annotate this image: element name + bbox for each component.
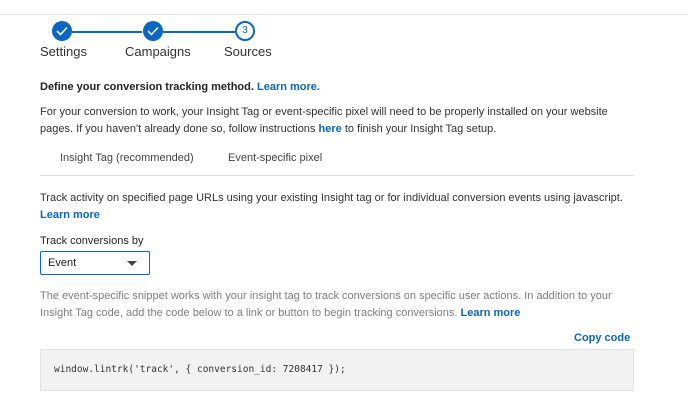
- step-connector: [72, 31, 142, 33]
- tab-insight-tag[interactable]: Insight Tag (recommended): [60, 152, 194, 164]
- code-snippet-text: window.lintrk('track', { conversion_id: …: [54, 364, 346, 375]
- step-sources-number[interactable]: 3: [235, 21, 255, 41]
- define-method-heading: Define your conversion tracking method. …: [40, 81, 320, 93]
- intro-paragraph: For your conversion to work, your Insigh…: [40, 104, 650, 138]
- intro-line-1: For your conversion to work, your Insigh…: [40, 106, 608, 118]
- intro-line-2: pages. If you haven't already done so, f…: [40, 121, 650, 138]
- here-link[interactable]: here: [319, 123, 342, 135]
- snippet-line-2-text: Insight Tag code, add the code below to …: [40, 307, 458, 319]
- code-snippet-box[interactable]: window.lintrk('track', { conversion_id: …: [40, 349, 634, 391]
- step-label-settings[interactable]: Settings: [40, 44, 87, 59]
- step-label-sources[interactable]: Sources: [224, 44, 272, 59]
- tab-event-specific-pixel[interactable]: Event-specific pixel: [228, 152, 322, 164]
- track-activity-learn-more-link[interactable]: Learn more: [40, 209, 100, 221]
- learn-more-link[interactable]: Learn more.: [257, 81, 320, 93]
- snippet-learn-more-link[interactable]: Learn more: [461, 307, 521, 319]
- intro-line-2-after: to finish your Insight Tag setup.: [344, 123, 497, 135]
- track-conversions-value: Event: [48, 257, 77, 269]
- step-label-campaigns[interactable]: Campaigns: [125, 44, 191, 59]
- define-text: Define your conversion tracking method.: [40, 81, 254, 93]
- snippet-line-1: The event-specific snippet works with yo…: [40, 290, 612, 302]
- track-activity-paragraph: Track activity on specified page URLs us…: [40, 190, 650, 224]
- track-activity-text: Track activity on specified page URLs us…: [40, 192, 623, 204]
- copy-code-button[interactable]: Copy code: [574, 332, 630, 344]
- snippet-description: The event-specific snippet works with yo…: [40, 288, 660, 322]
- chevron-down-icon: [127, 261, 137, 266]
- top-divider: [0, 14, 688, 15]
- tabs-divider: [40, 175, 634, 176]
- step-campaigns-check-icon[interactable]: [143, 21, 163, 41]
- intro-line-2-before: pages. If you haven't already done so, f…: [40, 123, 316, 135]
- track-conversions-label: Track conversions by: [40, 235, 144, 247]
- snippet-line-2: Insight Tag code, add the code below to …: [40, 305, 660, 322]
- step-settings-check-icon[interactable]: [52, 21, 72, 41]
- track-conversions-select[interactable]: Event: [40, 251, 150, 275]
- step-connector: [163, 31, 235, 33]
